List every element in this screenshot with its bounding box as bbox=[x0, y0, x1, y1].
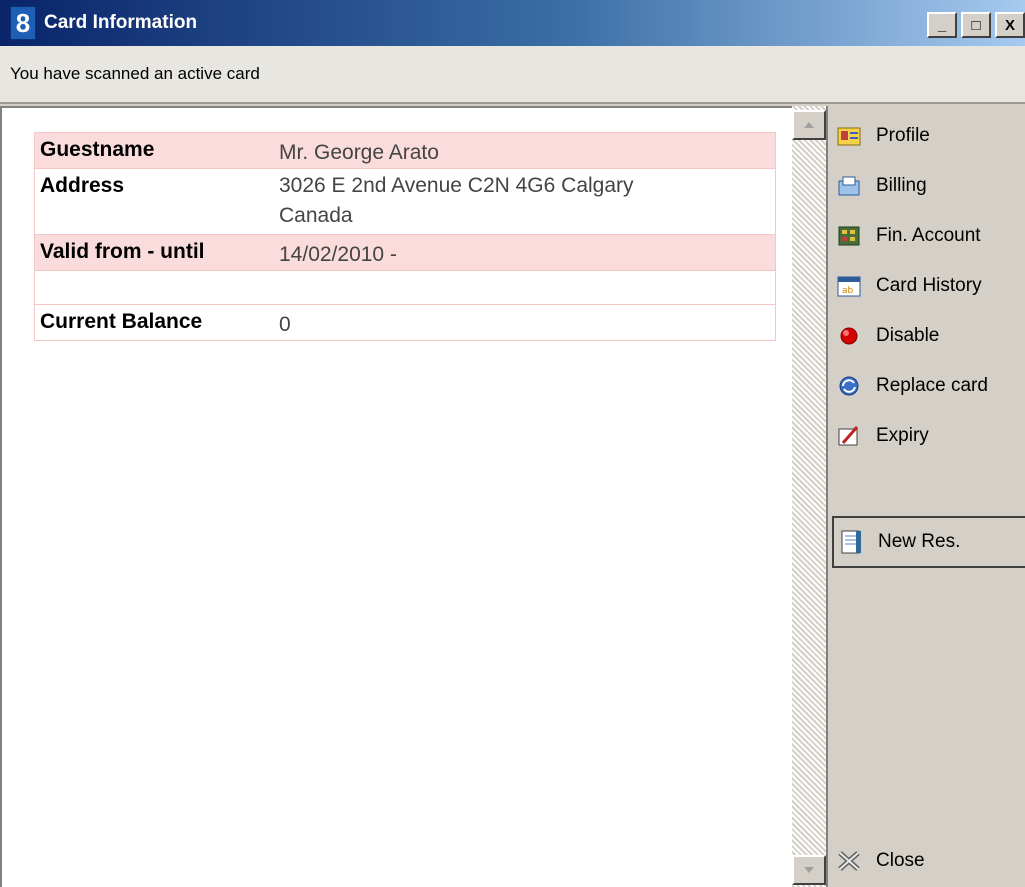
disable-icon bbox=[836, 323, 862, 349]
title-bar[interactable]: 8 Card Information _ □ X bbox=[0, 0, 1025, 46]
sidebar-item-fin-account[interactable]: Fin. Account bbox=[836, 216, 981, 256]
card-details-panel: Guestname Mr. George Arato Address 3026 … bbox=[0, 106, 792, 887]
window-title: Card Information bbox=[44, 12, 198, 33]
replace-card-icon bbox=[836, 373, 862, 399]
address-line-2: Canada bbox=[279, 204, 353, 227]
table-row bbox=[35, 271, 775, 305]
svg-text:ab: ab bbox=[842, 286, 854, 296]
sidebar-item-close[interactable]: Close bbox=[836, 841, 925, 881]
window-controls: _ □ X bbox=[923, 12, 1025, 38]
table-row: Current Balance 0 bbox=[35, 305, 775, 340]
current-balance-value: 0 bbox=[279, 313, 291, 336]
guestname-value: Mr. George Arato bbox=[279, 141, 439, 164]
action-sidebar: Profile Billing Fin. Account ab Card His… bbox=[826, 106, 1025, 887]
vertical-scrollbar[interactable] bbox=[792, 106, 826, 887]
empty-value bbox=[275, 271, 775, 304]
sidebar-item-label: Close bbox=[876, 850, 925, 871]
sidebar-item-label: Fin. Account bbox=[876, 225, 981, 246]
valid-from-until-value: 14/02/2010 - bbox=[279, 243, 397, 266]
sidebar-item-label: Billing bbox=[876, 175, 927, 196]
table-row: Valid from - until 14/02/2010 - bbox=[35, 235, 775, 271]
valid-from-until-label: Valid from - until bbox=[40, 240, 205, 263]
arrow-down-icon bbox=[804, 867, 814, 873]
close-icon bbox=[836, 848, 862, 874]
sidebar-item-label: Replace card bbox=[876, 375, 988, 396]
sidebar-item-replace-card[interactable]: Replace card bbox=[836, 366, 988, 406]
card-history-icon: ab bbox=[836, 273, 862, 299]
guestname-label: Guestname bbox=[40, 138, 155, 161]
scroll-down-button[interactable] bbox=[792, 855, 826, 885]
sidebar-item-expiry[interactable]: Expiry bbox=[836, 416, 929, 456]
maximize-button[interactable]: □ bbox=[961, 12, 991, 38]
empty-label bbox=[35, 271, 275, 304]
status-message: You have scanned an active card bbox=[10, 64, 260, 83]
billing-icon bbox=[836, 173, 862, 199]
sidebar-item-disable[interactable]: Disable bbox=[836, 316, 939, 356]
card-info-table: Guestname Mr. George Arato Address 3026 … bbox=[34, 132, 776, 341]
card-information-window: 8 Card Information _ □ X You have scanne… bbox=[0, 0, 1025, 887]
expiry-icon bbox=[836, 423, 862, 449]
status-bar: You have scanned an active card bbox=[0, 46, 1025, 104]
sidebar-item-label: Profile bbox=[876, 125, 930, 146]
sidebar-item-new-res[interactable]: New Res. bbox=[832, 516, 1025, 568]
sidebar-item-label: Disable bbox=[876, 325, 940, 346]
sidebar-item-label: Expiry bbox=[876, 425, 929, 446]
fin-account-icon bbox=[836, 223, 862, 249]
minimize-button[interactable]: _ bbox=[927, 12, 957, 38]
scroll-up-button[interactable] bbox=[792, 110, 826, 140]
table-row: Guestname Mr. George Arato bbox=[35, 133, 775, 169]
sidebar-item-card-history[interactable]: ab Card History bbox=[836, 266, 982, 306]
app-logo-icon: 8 bbox=[10, 6, 36, 40]
sidebar-item-label: New Res. bbox=[878, 531, 961, 552]
close-window-button[interactable]: X bbox=[995, 12, 1025, 38]
sidebar-item-profile[interactable]: Profile bbox=[836, 116, 930, 156]
current-balance-label: Current Balance bbox=[40, 310, 203, 333]
address-label: Address bbox=[40, 174, 125, 197]
address-line-1: 3026 E 2nd Avenue C2N 4G6 Calgary bbox=[279, 174, 634, 197]
profile-icon bbox=[836, 123, 862, 149]
sidebar-item-label: Card History bbox=[876, 275, 982, 296]
address-value: 3026 E 2nd Avenue C2N 4G6 Calgary Canada bbox=[275, 169, 775, 234]
table-row: Address 3026 E 2nd Avenue C2N 4G6 Calgar… bbox=[35, 169, 775, 235]
new-res-icon bbox=[838, 529, 864, 555]
arrow-up-icon bbox=[804, 122, 814, 128]
sidebar-item-billing[interactable]: Billing bbox=[836, 166, 927, 206]
